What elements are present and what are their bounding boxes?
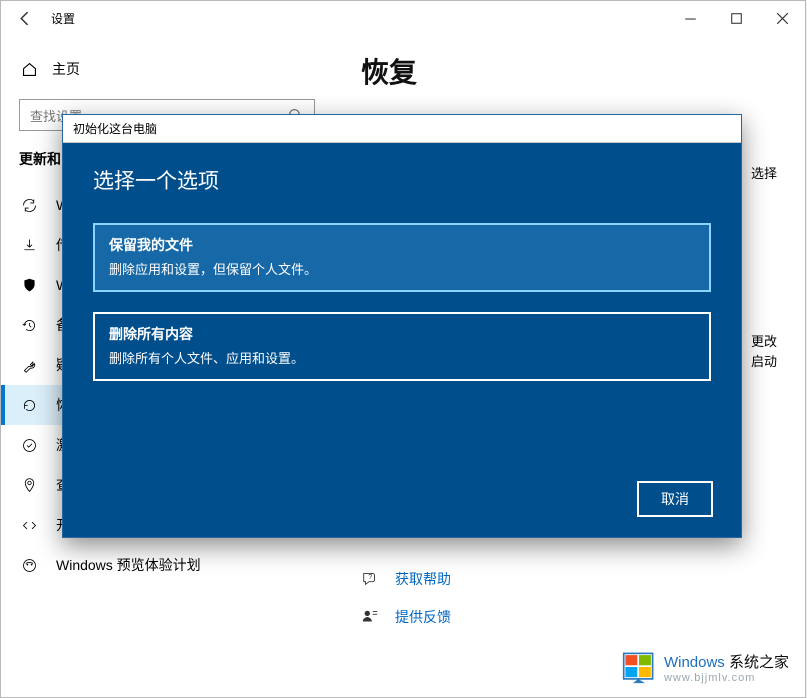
watermark-brand: Windows xyxy=(664,654,725,671)
option-remove-everything[interactable]: 删除所有内容 删除所有个人文件、应用和设置。 xyxy=(93,312,711,381)
option-desc: 删除所有个人文件、应用和设置。 xyxy=(109,348,695,367)
location-icon xyxy=(21,477,38,494)
check-circle-icon xyxy=(21,437,38,454)
get-help-link[interactable]: ? 获取帮助 xyxy=(361,569,775,589)
link-label: 提供反馈 xyxy=(395,607,451,627)
cancel-button[interactable]: 取消 xyxy=(637,481,713,517)
download-icon xyxy=(21,237,38,254)
history-icon xyxy=(21,317,38,334)
home-label: 主页 xyxy=(52,59,80,79)
maximize-icon xyxy=(728,10,745,27)
watermark-url: www.bjjmlv.com xyxy=(664,672,789,684)
recovery-icon xyxy=(21,397,38,414)
minimize-button[interactable] xyxy=(667,1,713,35)
sidebar-home[interactable]: 主页 xyxy=(21,59,311,79)
arrow-left-icon xyxy=(17,10,34,27)
reset-pc-dialog: 初始化这台电脑 选择一个选项 保留我的文件 删除应用和设置，但保留个人文件。 删… xyxy=(62,114,742,538)
option-keep-files[interactable]: 保留我的文件 删除应用和设置，但保留个人文件。 xyxy=(93,223,711,292)
hint-text: 更改 xyxy=(751,331,777,350)
svg-text:?: ? xyxy=(368,572,372,581)
maximize-button[interactable] xyxy=(713,1,759,35)
page-title: 恢复 xyxy=(361,51,775,91)
watermark-suffix: 系统之家 xyxy=(729,654,789,671)
titlebar: 设置 xyxy=(1,1,805,35)
option-title: 删除所有内容 xyxy=(109,324,695,344)
watermark: Windows 系统之家 www.bjjmlv.com xyxy=(622,650,789,684)
sidebar-item-insider[interactable]: Windows 预览体验计划 xyxy=(1,545,313,585)
feedback-icon xyxy=(361,608,379,626)
insider-icon xyxy=(21,557,38,574)
close-button[interactable] xyxy=(759,1,805,35)
home-icon xyxy=(21,61,38,78)
windows-logo-icon xyxy=(622,650,656,684)
dialog-title: 选择一个选项 xyxy=(93,165,711,195)
sidebar-item-label: Windows 预览体验计划 xyxy=(56,555,201,575)
shield-icon xyxy=(21,277,38,294)
dialog-header: 初始化这台电脑 xyxy=(63,115,741,143)
back-button[interactable] xyxy=(1,10,49,27)
hint-text: 选择 xyxy=(751,163,777,182)
window-title: 设置 xyxy=(51,10,75,27)
feedback-link[interactable]: 提供反馈 xyxy=(361,607,775,627)
wrench-icon xyxy=(21,357,38,374)
help-icon: ? xyxy=(361,570,379,588)
option-title: 保留我的文件 xyxy=(109,235,695,255)
sync-icon xyxy=(21,197,38,214)
hint-text: 启动 xyxy=(751,351,777,370)
close-icon xyxy=(774,10,791,27)
code-icon xyxy=(21,517,38,534)
link-label: 获取帮助 xyxy=(395,569,451,589)
option-desc: 删除应用和设置，但保留个人文件。 xyxy=(109,259,695,278)
minimize-icon xyxy=(682,10,699,27)
